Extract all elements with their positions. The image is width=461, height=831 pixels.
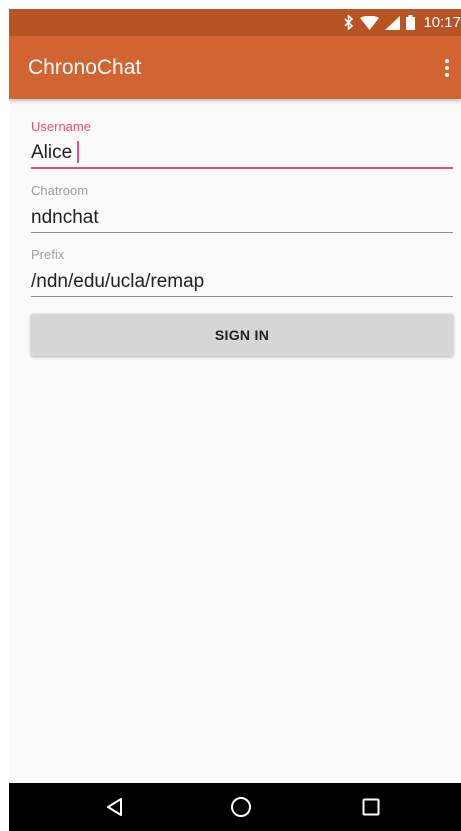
battery-icon xyxy=(406,15,416,30)
navigation-bar xyxy=(9,783,461,831)
prefix-label: Prefix xyxy=(31,247,65,262)
menu-dot xyxy=(445,59,449,63)
bluetooth-icon xyxy=(344,15,354,30)
menu-dot xyxy=(445,66,449,70)
chatroom-input[interactable] xyxy=(31,203,453,233)
menu-dot xyxy=(445,73,449,77)
username-input[interactable] xyxy=(31,139,453,169)
status-icons: 10:17 xyxy=(344,9,461,36)
cellular-signal-icon xyxy=(385,15,401,30)
app-title: ChronoChat xyxy=(28,56,142,79)
app-bar: ChronoChat xyxy=(9,36,461,99)
app-screen: 10:17 ChronoChat Username Chatroom Prefi… xyxy=(9,9,461,831)
prefix-input[interactable] xyxy=(31,267,453,297)
status-clock: 10:17 xyxy=(423,14,461,31)
back-icon[interactable] xyxy=(101,793,129,821)
status-bar: 10:17 xyxy=(9,9,461,36)
sign-in-button[interactable]: SIGN IN xyxy=(31,314,453,356)
text-caret xyxy=(77,141,79,163)
home-icon[interactable] xyxy=(227,793,255,821)
chatroom-label: Chatroom xyxy=(31,183,89,198)
username-label: Username xyxy=(31,119,91,134)
overflow-menu-icon[interactable] xyxy=(439,54,455,82)
wifi-icon xyxy=(360,15,380,30)
recents-icon[interactable] xyxy=(357,793,385,821)
